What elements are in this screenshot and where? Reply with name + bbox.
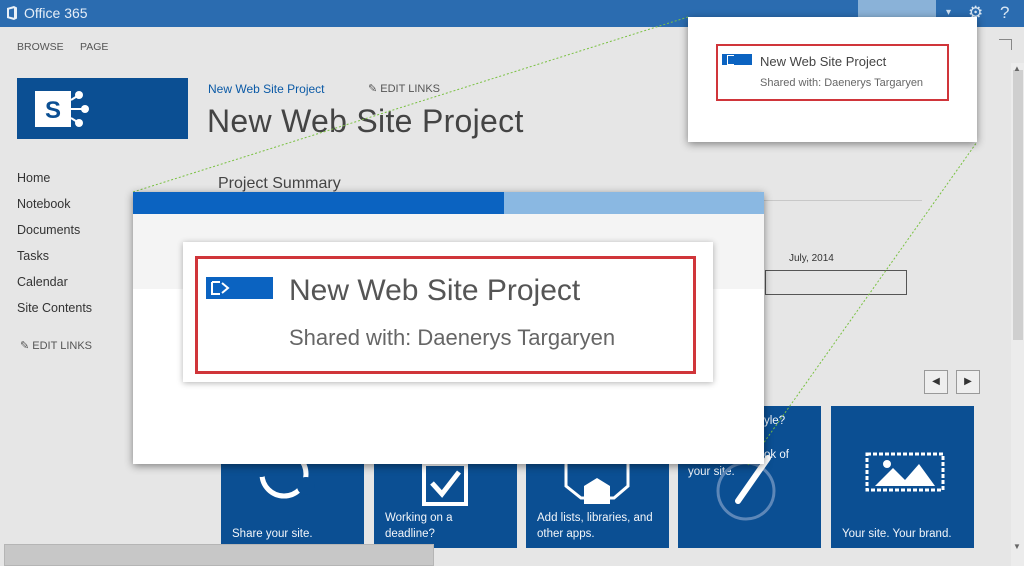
sharepoint-app-icon <box>206 277 273 299</box>
share-popup-title: New Web Site Project <box>760 54 887 69</box>
shared-with-text: Shared with: Daenerys Targaryen <box>760 77 924 89</box>
callout-bar-dark <box>133 192 504 214</box>
shared-with-text: Shared with: Daenerys Targaryen <box>289 325 616 350</box>
callout-bar-light <box>504 192 764 214</box>
app-glyph <box>727 55 734 65</box>
app-glyph <box>211 281 230 295</box>
share-popup-title: New Web Site Project <box>289 274 581 307</box>
highlight-box <box>716 44 949 101</box>
